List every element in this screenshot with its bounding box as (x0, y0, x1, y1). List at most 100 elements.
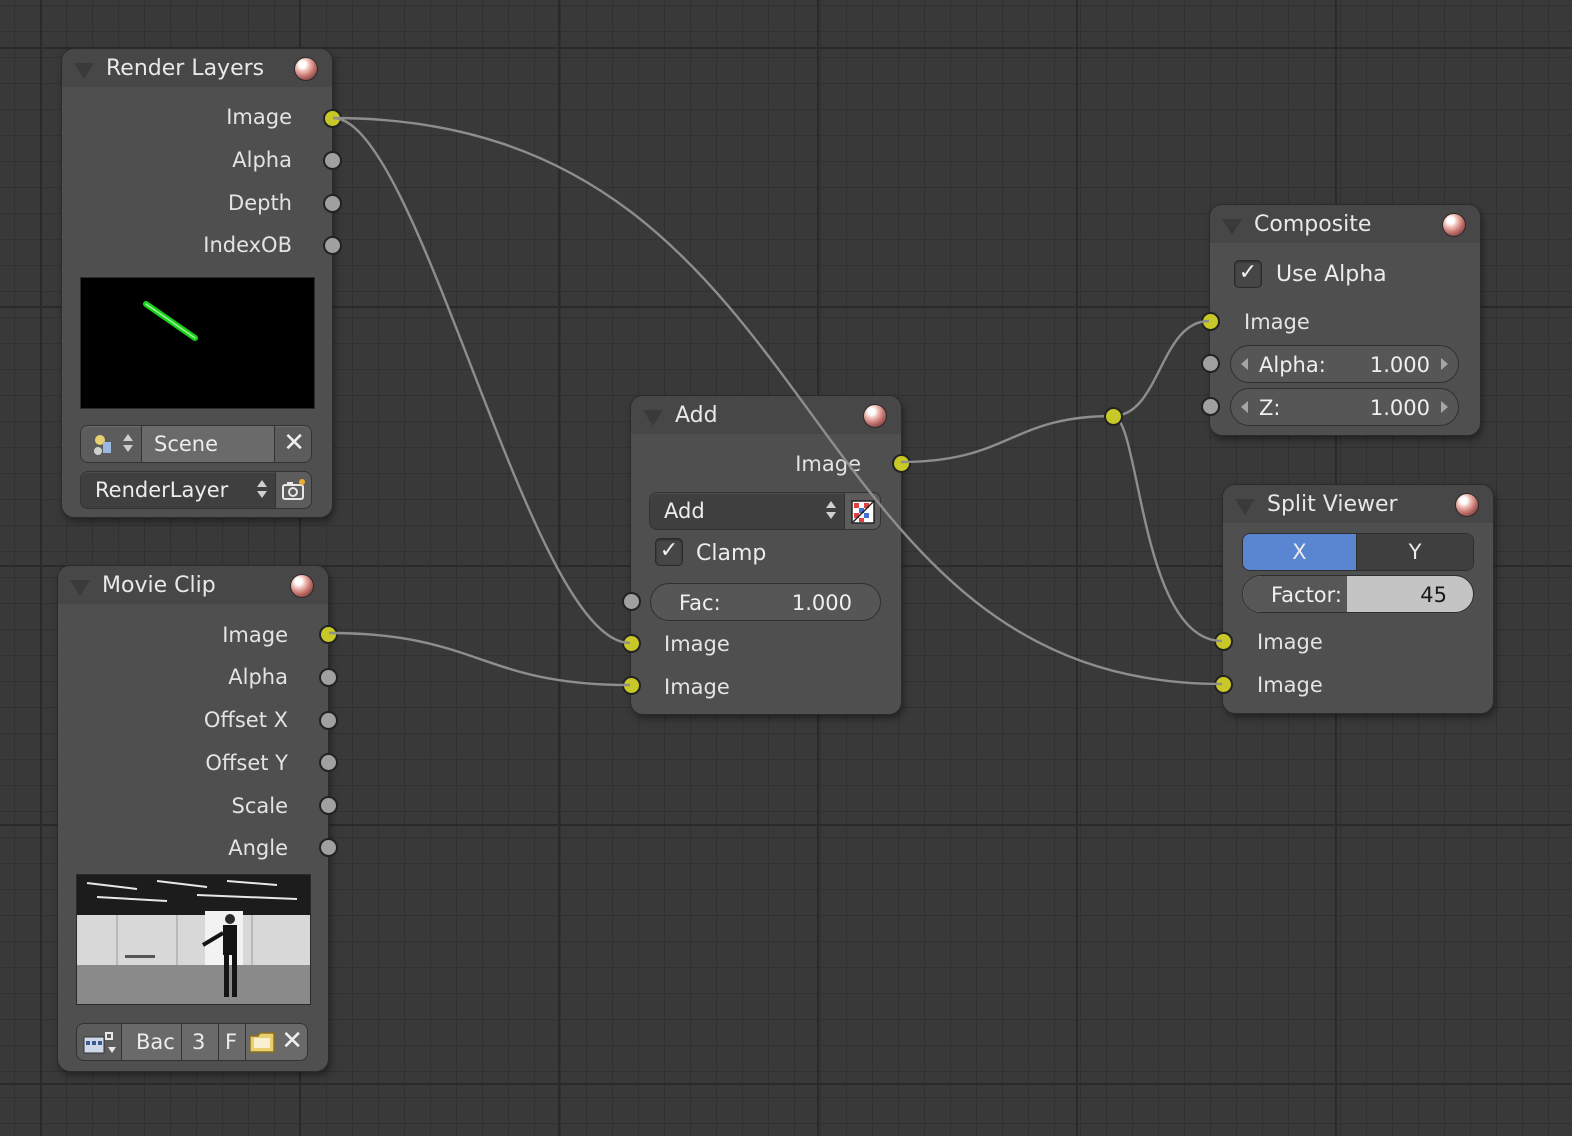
alpha-checker-icon (851, 500, 875, 524)
open-folder-icon[interactable] (247, 1028, 277, 1056)
material-preview-icon[interactable] (294, 57, 318, 81)
movie-clip-selector[interactable]: Bac 3 F ✕ (76, 1023, 308, 1061)
movie-clip-node[interactable]: Movie Clip Image Alpha Offset X Offset Y… (58, 566, 338, 1071)
camera-icon (282, 479, 305, 500)
decrement-arrow-icon[interactable] (1241, 401, 1248, 413)
output-socket-indexob[interactable] (323, 236, 342, 255)
collapse-triangle-icon[interactable] (643, 410, 663, 426)
collapse-triangle-icon[interactable] (1222, 219, 1242, 235)
link-movieclip-image-to-add-image2 (328, 631, 631, 687)
blend-mode-dropdown[interactable]: Add (649, 492, 881, 530)
clip-user-count[interactable]: 3 (192, 1030, 205, 1054)
output-socket-image[interactable] (323, 109, 342, 128)
material-preview-icon[interactable] (1455, 493, 1479, 517)
link-reroute-to-composite-image (1112, 319, 1210, 418)
increment-arrow-icon[interactable] (1441, 401, 1448, 413)
link-renderlayers-image-to-add-image1 (332, 116, 631, 645)
composite-node[interactable]: Composite ✓ Use Alpha Image Alpha: 1.000… (1201, 205, 1480, 435)
input-socket-image[interactable] (1201, 312, 1220, 331)
use-alpha-checkbox[interactable]: ✓ (1234, 260, 1262, 288)
node-title: Composite (1254, 212, 1372, 237)
output-label-image: Image (226, 105, 292, 129)
input-socket-image-1[interactable] (1214, 632, 1233, 651)
clip-unlink-icon[interactable]: ✕ (281, 1026, 303, 1056)
material-preview-icon[interactable] (290, 574, 314, 598)
output-socket-offset-y[interactable] (319, 753, 338, 772)
output-socket-depth[interactable] (323, 194, 342, 213)
output-label-indexob: IndexOB (203, 233, 292, 257)
output-label-scale: Scale (231, 794, 289, 818)
output-label-depth: Depth (228, 191, 292, 215)
node-header[interactable]: Render Layers (62, 49, 332, 87)
reroute-node[interactable] (1104, 407, 1123, 426)
output-label-offset-x: Offset X (203, 708, 288, 732)
movie-clip-preview-image (76, 874, 311, 1005)
node-title: Add (675, 403, 718, 428)
output-socket-angle[interactable] (319, 838, 338, 857)
output-label-image: Image (222, 623, 288, 647)
output-label-alpha: Alpha (228, 665, 288, 689)
node-header[interactable]: Split Viewer (1223, 485, 1493, 523)
input-label-image-1: Image (1257, 630, 1323, 654)
input-socket-z[interactable] (1201, 397, 1220, 416)
input-label-image: Image (1244, 310, 1310, 334)
scene-name[interactable]: Scene (154, 432, 218, 456)
output-socket-scale[interactable] (319, 796, 338, 815)
clamp-label: Clamp (696, 541, 767, 566)
output-socket-image[interactable] (892, 454, 911, 473)
alpha-field[interactable]: Alpha: 1.000 (1230, 345, 1459, 383)
render-camera-button[interactable] (275, 471, 312, 509)
output-socket-offset-x[interactable] (319, 711, 338, 730)
node-header[interactable]: Add (631, 396, 901, 434)
material-preview-icon[interactable] (863, 404, 887, 428)
collapse-triangle-icon[interactable] (1235, 499, 1255, 515)
blend-mode-updown-icon (826, 501, 836, 521)
node-header[interactable]: Movie Clip (58, 566, 328, 604)
output-label-image: Image (795, 452, 861, 476)
z-field[interactable]: Z: 1.000 (1230, 388, 1459, 426)
input-socket-image-1[interactable] (622, 634, 641, 653)
input-socket-image-2[interactable] (622, 676, 641, 695)
axis-toggle[interactable]: X Y (1242, 533, 1474, 571)
clamp-checkbox[interactable]: ✓ (655, 538, 683, 566)
axis-y-button[interactable]: Y (1357, 534, 1473, 570)
use-alpha-toggle-button[interactable] (844, 492, 881, 530)
node-title: Split Viewer (1267, 492, 1398, 517)
scene-updown-icon[interactable] (123, 434, 133, 454)
link-reroute-to-splitviewer-image1 (1112, 414, 1223, 643)
input-socket-fac[interactable] (622, 592, 641, 611)
increment-arrow-icon[interactable] (1441, 358, 1448, 370)
output-socket-alpha[interactable] (319, 668, 338, 687)
collapse-triangle-icon[interactable] (74, 63, 94, 79)
node-header[interactable]: Composite (1210, 205, 1480, 243)
decrement-arrow-icon[interactable] (1241, 358, 1248, 370)
render-layer-name[interactable]: RenderLayer (95, 478, 228, 502)
output-socket-alpha[interactable] (323, 151, 342, 170)
material-preview-icon[interactable] (1442, 213, 1466, 237)
axis-x-button[interactable]: X (1243, 534, 1357, 570)
factor-slider[interactable]: Factor: 45 (1242, 575, 1474, 613)
node-title: Movie Clip (102, 573, 216, 598)
node-title: Render Layers (106, 56, 265, 81)
split-viewer-node[interactable]: Split Viewer X Y Factor: 45 Image Image (1214, 485, 1493, 713)
fac-field[interactable]: Fac: 1.000 (650, 583, 881, 621)
scene-unlink-icon[interactable]: ✕ (283, 428, 305, 458)
render-layers-node[interactable]: Render Layers Image Alpha Depth IndexOB … (62, 49, 342, 517)
clip-browse-button[interactable] (76, 1023, 122, 1061)
input-socket-image-2[interactable] (1214, 675, 1233, 694)
scene-icon[interactable] (91, 432, 117, 458)
factor-label: Factor: (1271, 583, 1342, 607)
render-layer-updown-icon[interactable] (257, 480, 267, 500)
scene-selector[interactable]: Scene ✕ (80, 425, 312, 463)
input-label-image-2: Image (664, 675, 730, 699)
clip-name[interactable]: Bac (136, 1030, 175, 1054)
input-socket-alpha[interactable] (1201, 354, 1220, 373)
add-mix-node[interactable]: Add Image Add ✓ Clamp Fac: 1.000 Image I… (622, 396, 911, 714)
z-value: 1.000 (1369, 396, 1430, 420)
output-socket-image[interactable] (319, 625, 338, 644)
clip-fake-user[interactable]: F (225, 1030, 237, 1054)
render-layer-selector[interactable]: RenderLayer (80, 471, 312, 509)
fac-label: Fac: (679, 591, 721, 615)
link-add-image-to-reroute (900, 414, 1114, 464)
collapse-triangle-icon[interactable] (70, 580, 90, 596)
